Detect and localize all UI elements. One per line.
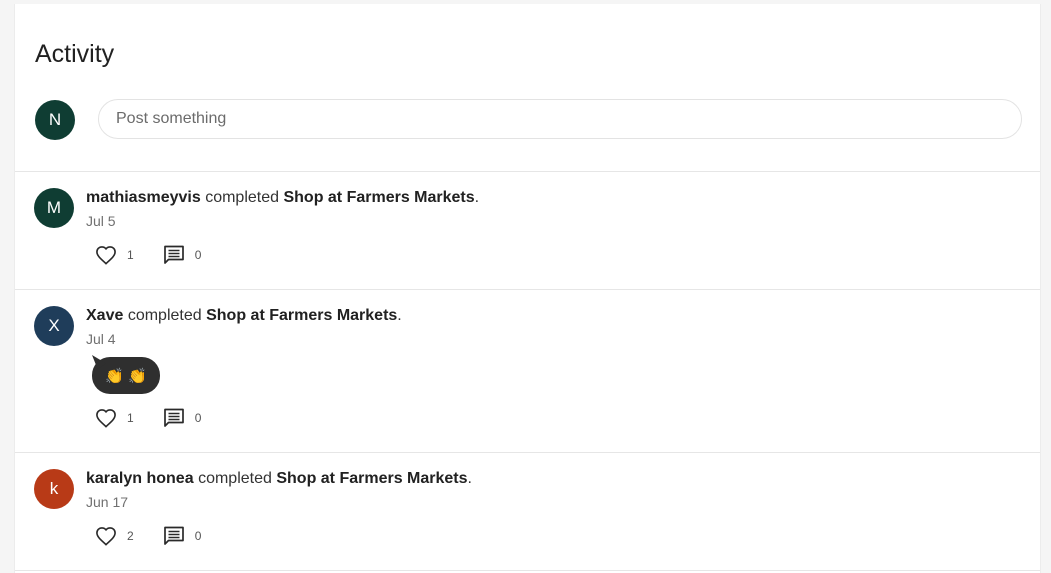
activity-date: Jul 4 (86, 331, 116, 347)
comment-button[interactable]: 0 (163, 526, 202, 546)
current-user-avatar[interactable]: N (35, 100, 75, 140)
user-avatar[interactable]: M (34, 188, 74, 228)
activity-date: Jul 5 (86, 213, 116, 229)
period: . (467, 470, 472, 487)
user-avatar[interactable]: k (34, 469, 74, 509)
feed-item: X Xave completed Shop at Farmers Markets… (15, 290, 1040, 452)
feed-item: M mathiasmeyvis completed Shop at Farmer… (15, 172, 1040, 289)
action-bar: 2 0 (95, 524, 201, 548)
avatar-initial: N (48, 110, 62, 129)
feed-item: k karalyn honea completed Shop at Farmer… (15, 453, 1040, 570)
comment-button[interactable]: 0 (163, 408, 202, 428)
reaction-bubble: 👏 👏 (92, 357, 160, 394)
user-link[interactable]: karalyn honea (86, 470, 194, 487)
comment-icon (163, 526, 184, 545)
activity-text: Xave completed Shop at Farmers Markets. (86, 306, 402, 326)
user-avatar[interactable]: X (34, 306, 74, 346)
post-input[interactable] (98, 99, 1022, 139)
post-composer: N (15, 90, 1040, 172)
comment-count: 0 (194, 411, 202, 425)
like-button[interactable]: 1 (95, 408, 134, 428)
challenge-link[interactable]: Shop at Farmers Markets (206, 307, 397, 324)
like-button[interactable]: 2 (95, 526, 134, 546)
activity-text: karalyn honea completed Shop at Farmers … (86, 469, 472, 489)
activity-card: Activity N M mathiasmeyvis completed Sho… (14, 4, 1041, 573)
challenge-link[interactable]: Shop at Farmers Markets (283, 189, 474, 206)
period: . (397, 307, 402, 324)
comment-count: 0 (194, 529, 202, 543)
activity-date: Jun 17 (86, 494, 129, 510)
comment-icon (163, 245, 184, 264)
period: . (474, 189, 480, 206)
user-link[interactable]: Xave (86, 307, 123, 324)
avatar-initial: k (49, 479, 59, 498)
activity-verb: completed (205, 189, 280, 206)
challenge-link[interactable]: Shop at Farmers Markets (276, 470, 467, 487)
avatar-initial: M (46, 198, 62, 217)
divider (15, 570, 1040, 571)
action-bar: 1 0 (95, 243, 201, 267)
avatar-initial: X (48, 316, 60, 335)
like-button[interactable]: 1 (95, 245, 134, 265)
action-bar: 1 0 (95, 406, 201, 430)
reaction-emoji: 👏 👏 (105, 367, 147, 385)
heart-outline-icon (96, 527, 116, 546)
comment-icon (163, 408, 184, 427)
like-count: 2 (127, 529, 134, 543)
user-link[interactable]: mathiasmeyvis (86, 189, 201, 206)
activity-verb: completed (127, 307, 202, 324)
heart-outline-icon (96, 246, 116, 265)
page-title: Activity (35, 40, 115, 68)
comment-button[interactable]: 0 (163, 245, 202, 265)
activity-verb: completed (198, 470, 272, 487)
comment-count: 0 (194, 248, 202, 262)
like-count: 1 (127, 248, 134, 262)
activity-text: mathiasmeyvis completed Shop at Farmers … (86, 188, 479, 208)
heart-outline-icon (96, 409, 116, 428)
like-count: 1 (127, 411, 134, 425)
